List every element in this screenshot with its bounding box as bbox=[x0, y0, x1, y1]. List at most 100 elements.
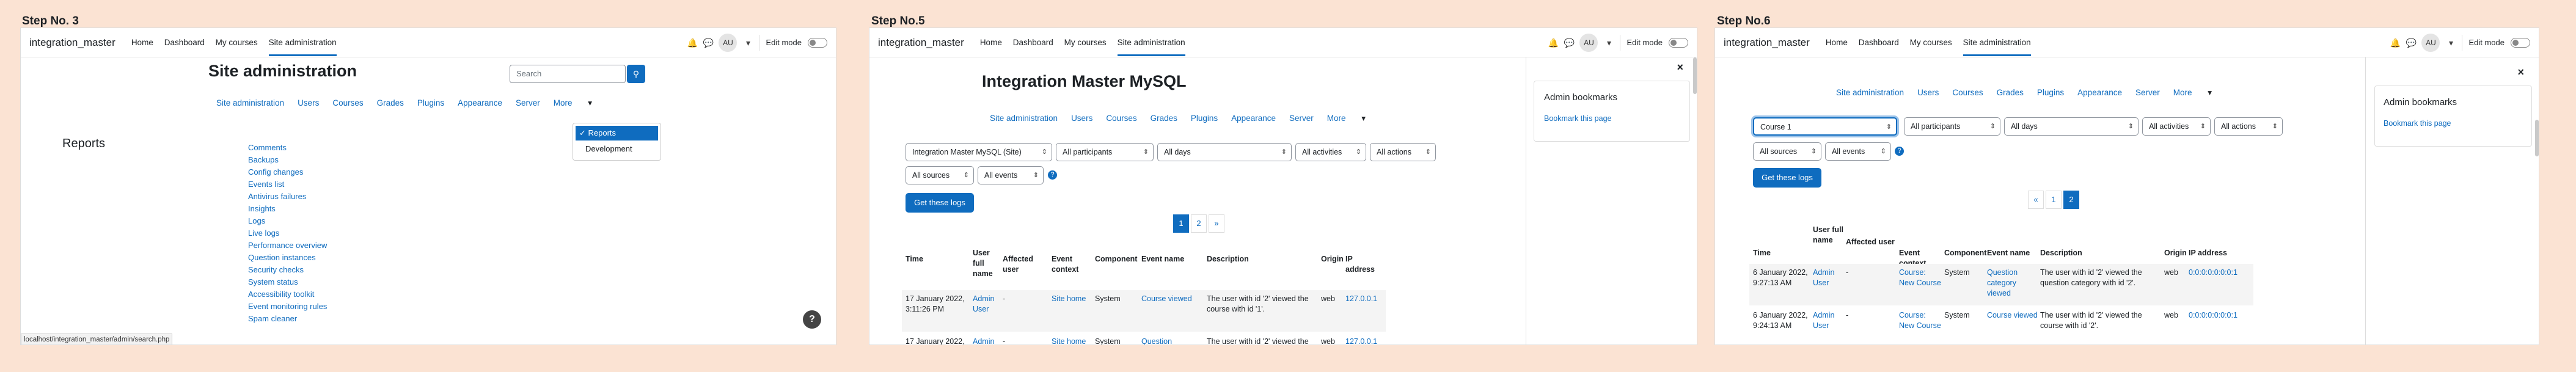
report-link[interactable]: Spam cleaner bbox=[248, 313, 327, 325]
nav-my-courses[interactable]: My courses bbox=[1064, 29, 1107, 56]
report-link[interactable]: Logs bbox=[248, 215, 327, 227]
page-prev[interactable]: « bbox=[2028, 191, 2044, 209]
site-name[interactable]: integration_master bbox=[29, 37, 115, 49]
tab-grades[interactable]: Grades bbox=[377, 98, 404, 108]
get-logs-button[interactable]: Get these logs bbox=[1753, 168, 1821, 188]
report-link[interactable]: Config changes bbox=[248, 166, 327, 178]
tab-appearance[interactable]: Appearance bbox=[458, 98, 502, 108]
tab-courses[interactable]: Courses bbox=[332, 98, 363, 108]
close-icon[interactable]: × bbox=[1677, 61, 1683, 74]
page-2[interactable]: 2 bbox=[1191, 214, 1207, 233]
help-icon[interactable]: ? bbox=[1895, 147, 1904, 156]
chat-icon[interactable]: 💬 bbox=[2406, 38, 2416, 48]
table-cell[interactable]: 127.0.0.1 bbox=[1345, 294, 1382, 304]
report-link[interactable]: Live logs bbox=[248, 227, 327, 239]
report-link[interactable]: System status bbox=[248, 276, 327, 288]
report-link[interactable]: Insights bbox=[248, 203, 327, 215]
tab-site-administration[interactable]: Site administration bbox=[1836, 88, 1904, 98]
table-cell[interactable]: Site home bbox=[1052, 337, 1089, 345]
avatar[interactable]: AU bbox=[2421, 33, 2440, 52]
sources-select[interactable]: All sources bbox=[1753, 142, 1821, 161]
scrollbar[interactable] bbox=[1693, 57, 1697, 94]
chevron-down-icon[interactable]: ▾ bbox=[2446, 38, 2456, 48]
column-header[interactable]: IP address bbox=[2189, 248, 2250, 258]
column-header[interactable]: Component bbox=[1944, 248, 1986, 258]
table-cell[interactable]: 0:0:0:0:0:0:0:1 bbox=[2189, 310, 2250, 321]
nav-dashboard[interactable]: Dashboard bbox=[1859, 29, 1899, 56]
column-header[interactable]: Description bbox=[2040, 248, 2161, 258]
tab-users[interactable]: Users bbox=[1917, 88, 1939, 98]
column-header[interactable]: Origin bbox=[2164, 248, 2189, 258]
tab-site-administration[interactable]: Site administration bbox=[990, 114, 1058, 123]
column-header[interactable]: IP address bbox=[1345, 254, 1382, 275]
tab-users[interactable]: Users bbox=[298, 98, 319, 108]
column-header[interactable]: Event context bbox=[1052, 254, 1089, 275]
days-select[interactable]: All days bbox=[2004, 117, 2139, 136]
report-link[interactable]: Security checks bbox=[248, 264, 327, 276]
site-name[interactable]: integration_master bbox=[878, 37, 964, 49]
table-cell[interactable]: Question bbox=[1141, 337, 1202, 345]
edit-mode-toggle[interactable] bbox=[808, 37, 827, 48]
column-header[interactable]: Time bbox=[1753, 248, 1808, 258]
nav-site-administration[interactable]: Site administration bbox=[268, 29, 337, 56]
avatar[interactable]: AU bbox=[719, 33, 737, 52]
chevron-down-icon[interactable]: ▾ bbox=[743, 38, 753, 48]
search-input[interactable]: Search bbox=[510, 65, 626, 83]
nav-dashboard[interactable]: Dashboard bbox=[1013, 29, 1053, 56]
tab-courses[interactable]: Courses bbox=[1952, 88, 1983, 98]
report-link[interactable]: Performance overview bbox=[248, 239, 327, 252]
report-link[interactable]: Question instances bbox=[248, 252, 327, 264]
table-cell[interactable]: Admin bbox=[973, 337, 1002, 345]
report-link[interactable]: Comments bbox=[248, 142, 327, 154]
course-select[interactable]: Integration Master MySQL (Site) bbox=[906, 143, 1052, 161]
bookmark-link[interactable]: Bookmark this page bbox=[1544, 114, 1611, 123]
tab-courses[interactable]: Courses bbox=[1106, 114, 1136, 123]
events-select[interactable]: All events bbox=[978, 166, 1044, 184]
dropdown-item-development[interactable]: Development bbox=[573, 140, 660, 157]
participants-select[interactable]: All participants bbox=[1904, 117, 2000, 136]
table-cell[interactable]: Course: New Course bbox=[1899, 310, 1942, 331]
search-button[interactable]: ⚲ bbox=[627, 65, 645, 83]
nav-home[interactable]: Home bbox=[131, 29, 153, 56]
page-next[interactable]: » bbox=[1209, 214, 1224, 233]
table-cell[interactable]: Admin User bbox=[1813, 310, 1843, 331]
sources-select[interactable]: All sources bbox=[906, 166, 974, 184]
actions-select[interactable]: All actions bbox=[1370, 143, 1436, 161]
chat-icon[interactable]: 💬 bbox=[703, 38, 713, 48]
edit-mode-toggle[interactable] bbox=[1669, 37, 1688, 48]
column-header[interactable]: Affected user bbox=[1846, 237, 1895, 247]
page-1[interactable]: 1 bbox=[1173, 214, 1189, 233]
tab-server[interactable]: Server bbox=[1289, 114, 1314, 123]
nav-home[interactable]: Home bbox=[980, 29, 1002, 56]
report-link[interactable]: Events list bbox=[248, 178, 327, 191]
table-cell[interactable]: Admin User bbox=[1813, 268, 1843, 288]
help-button[interactable]: ? bbox=[803, 310, 821, 329]
table-cell[interactable]: 0:0:0:0:0:0:0:1 bbox=[2189, 268, 2250, 278]
course-select[interactable]: Course 1 bbox=[1753, 117, 1897, 136]
participants-select[interactable]: All participants bbox=[1056, 143, 1154, 161]
report-link[interactable]: Accessibility toolkit bbox=[248, 288, 327, 301]
tab-more[interactable]: More ▾ bbox=[2173, 88, 2212, 98]
chevron-down-icon[interactable]: ▾ bbox=[1604, 38, 1614, 48]
dropdown-item-reports[interactable]: ✓ Reports bbox=[576, 126, 658, 140]
actions-select[interactable]: All actions bbox=[2214, 117, 2283, 136]
activities-select[interactable]: All activities bbox=[2142, 117, 2211, 136]
tab-users[interactable]: Users bbox=[1071, 114, 1092, 123]
tab-more[interactable]: More ▾ bbox=[1327, 114, 1366, 123]
bookmark-link[interactable]: Bookmark this page bbox=[2384, 119, 2451, 128]
tab-plugins[interactable]: Plugins bbox=[2037, 88, 2064, 98]
tab-grades[interactable]: Grades bbox=[1151, 114, 1177, 123]
column-header[interactable]: Origin bbox=[1321, 254, 1344, 264]
nav-dashboard[interactable]: Dashboard bbox=[164, 29, 205, 56]
nav-site-administration[interactable]: Site administration bbox=[1963, 29, 2031, 56]
scrollbar[interactable] bbox=[2535, 120, 2539, 156]
column-header[interactable]: Event name bbox=[1141, 254, 1202, 264]
tab-appearance[interactable]: Appearance bbox=[1231, 114, 1276, 123]
close-icon[interactable]: × bbox=[2517, 66, 2524, 79]
tab-server[interactable]: Server bbox=[2135, 88, 2160, 98]
nav-my-courses[interactable]: My courses bbox=[1910, 29, 1952, 56]
tab-appearance[interactable]: Appearance bbox=[2077, 88, 2122, 98]
tab-plugins[interactable]: Plugins bbox=[1191, 114, 1218, 123]
tab-more[interactable]: More ▾ bbox=[554, 98, 592, 108]
edit-mode-toggle[interactable] bbox=[2511, 37, 2530, 48]
